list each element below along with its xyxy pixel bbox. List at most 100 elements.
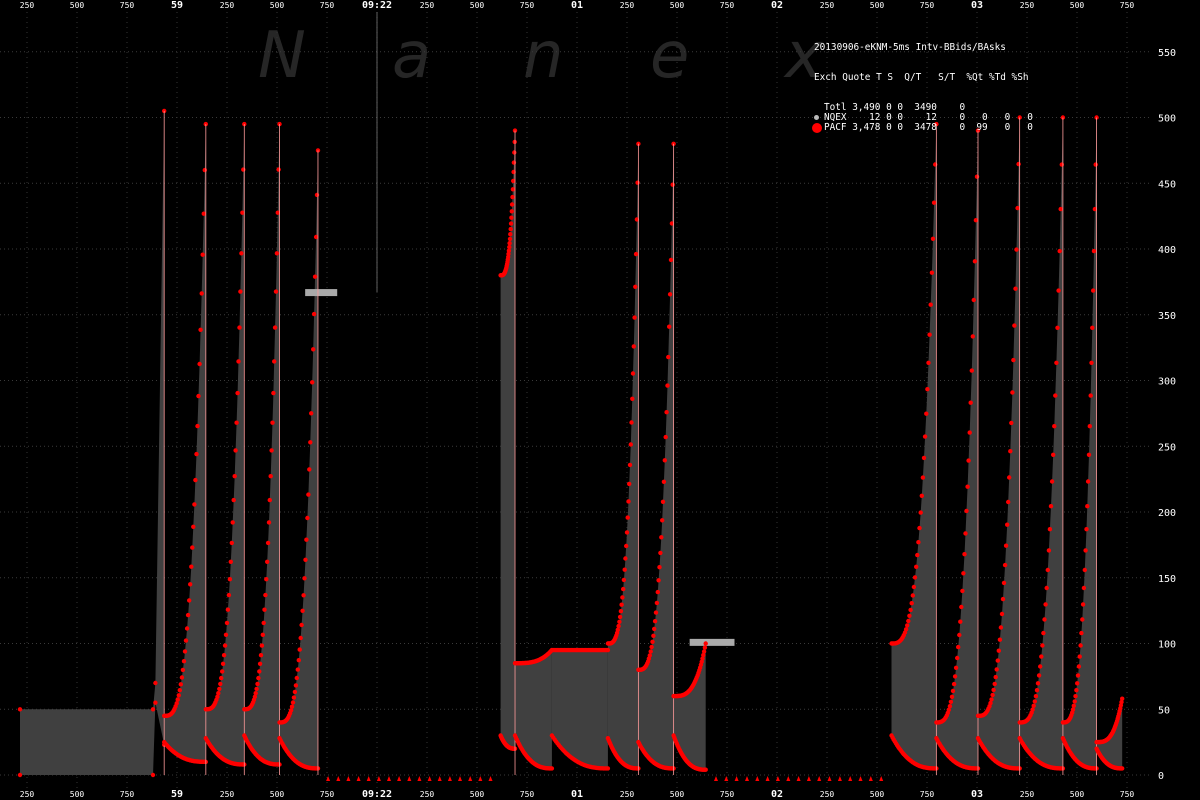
nqex-ask-step xyxy=(305,289,338,297)
x-tick-label-top: 250 xyxy=(620,1,635,10)
pacf-ask-mark xyxy=(259,643,265,648)
pacf-ask-mark xyxy=(1000,596,1006,602)
pacf-ask-mark xyxy=(914,564,919,569)
legend: 20130906-eKNM-5ms Intv-BBids/BAsks Exch … xyxy=(812,23,1033,143)
pacf-ask-mark xyxy=(926,360,931,365)
x-tick-label-bottom: 500 xyxy=(1070,790,1085,799)
pacf-ask-mark xyxy=(988,700,993,706)
x-tick-label-bottom: 250 xyxy=(220,790,235,799)
pacf-ask-mark xyxy=(1005,522,1010,527)
pacf-ask-mark xyxy=(225,607,231,612)
x-tick-label-top: 250 xyxy=(420,1,435,10)
pacf-ask-mark xyxy=(623,556,628,561)
pacf-ask-mark xyxy=(667,292,673,297)
pacf-ask-mark xyxy=(953,665,959,670)
watermark-letter: N xyxy=(258,19,306,93)
x-tick-label-bottom: 09:22 xyxy=(362,789,392,800)
pacf-ask-mark xyxy=(257,661,263,666)
pacf-ask-mark xyxy=(196,393,201,399)
pacf-ask-mark xyxy=(189,564,194,569)
watermark-letter: e xyxy=(650,19,689,93)
y-tick-label: 450 xyxy=(1158,179,1176,190)
y-tick-label: 200 xyxy=(1158,508,1176,519)
pacf-ask-mark xyxy=(220,661,226,666)
pacf-ask-mark xyxy=(626,499,631,504)
x-tick-label-bottom: 250 xyxy=(620,790,635,799)
x-tick-label-bottom: 750 xyxy=(520,790,535,799)
pacf-ask-mark xyxy=(296,658,301,663)
pacf-ask-mark xyxy=(968,400,973,405)
pacf-ask-mark xyxy=(311,311,317,317)
pacf-ask-mark xyxy=(304,537,309,542)
x-tick-label-bottom: 500 xyxy=(870,790,885,799)
pacf-ask-mark xyxy=(909,601,914,606)
y-tick-label: 0 xyxy=(1158,771,1164,782)
pacf-ask-mark xyxy=(223,632,229,637)
pacf-ask-mark xyxy=(193,477,198,483)
pacf-ask-mark xyxy=(624,543,629,549)
pacf-ask-mark xyxy=(509,215,514,220)
pacf-ask-mark xyxy=(1016,161,1021,167)
x-tick-label-top: 500 xyxy=(470,1,485,10)
pacf-ask-mark xyxy=(231,497,236,503)
x-tick-label-top: 750 xyxy=(120,1,135,10)
pacf-ask-mark xyxy=(256,675,261,681)
pacf-ask-mark xyxy=(239,251,244,256)
x-tick-label-top: 250 xyxy=(20,1,35,10)
pacf-ask-mark xyxy=(509,202,515,207)
pacf-ask-mark xyxy=(994,667,999,672)
pacf-ask-mark xyxy=(1077,654,1082,659)
x-tick-label-bottom: 02 xyxy=(771,789,783,800)
pacf-ask-mark xyxy=(227,577,233,582)
pacf-ask-mark xyxy=(254,686,259,692)
pacf-bid-mark xyxy=(703,767,708,772)
pacf-ask-mark xyxy=(271,390,276,396)
pacf-ask-mark xyxy=(312,274,318,279)
pacf-ask-mark xyxy=(303,557,308,562)
pacf-ask-mark xyxy=(1001,580,1007,586)
pacf-ask-mark xyxy=(197,361,202,367)
pacf-ask-mark xyxy=(291,695,297,700)
pacf-ask-mark xyxy=(276,167,281,172)
x-tick-label-top: 500 xyxy=(870,1,885,10)
pacf-ask-mark xyxy=(1008,449,1013,454)
pacf-ask-mark xyxy=(217,686,222,692)
pacf-ask-mark xyxy=(703,641,708,646)
pacf-ask-mark xyxy=(310,380,315,385)
pacf-ask-mark xyxy=(1059,162,1065,167)
pacf-ask-mark xyxy=(1033,694,1039,699)
pacf-ask-mark xyxy=(1054,360,1059,365)
x-tick-label-top: 500 xyxy=(70,1,85,10)
pacf-ask-mark xyxy=(297,647,302,652)
pacf-ask-mark xyxy=(263,592,268,598)
pacf-ask-mark xyxy=(302,576,307,581)
y-tick-label: 150 xyxy=(1158,574,1176,585)
pacf-ask-mark xyxy=(951,681,957,687)
pacf-ask-mark xyxy=(633,251,639,257)
pacf-ask-mark xyxy=(925,387,930,392)
pacf-ask-mark xyxy=(311,347,316,352)
pacf-ask-mark xyxy=(1058,206,1063,212)
pacf-ask-mark xyxy=(622,567,627,572)
pacf-ask-mark xyxy=(701,649,707,654)
pacf-ask-mark xyxy=(969,368,974,373)
pacf-ask-mark xyxy=(1074,688,1079,693)
pacf-ask-mark xyxy=(620,595,625,600)
pacf-bid-mark xyxy=(549,766,555,771)
x-tick-label-top: 500 xyxy=(270,1,285,10)
pacf-ask-mark xyxy=(997,637,1003,642)
pacf-ask-mark xyxy=(949,694,955,699)
pacf-ask-mark xyxy=(265,559,270,564)
pacf-ask-mark xyxy=(651,633,656,638)
pacf-ask-mark xyxy=(272,325,278,330)
pacf-bid-mark xyxy=(1120,766,1125,771)
pacf-ask-mark xyxy=(221,653,227,658)
pacf-ask-mark xyxy=(989,697,994,702)
x-tick-label-bottom: 03 xyxy=(971,789,983,800)
x-tick-label-top: 250 xyxy=(1020,1,1035,10)
pacf-ask-mark xyxy=(1056,288,1061,293)
pacf-ask-mark xyxy=(655,589,660,595)
pacf-ask-mark xyxy=(915,552,920,558)
x-tick-label-bottom: 250 xyxy=(820,790,835,799)
pacf-ask-mark xyxy=(218,681,223,687)
